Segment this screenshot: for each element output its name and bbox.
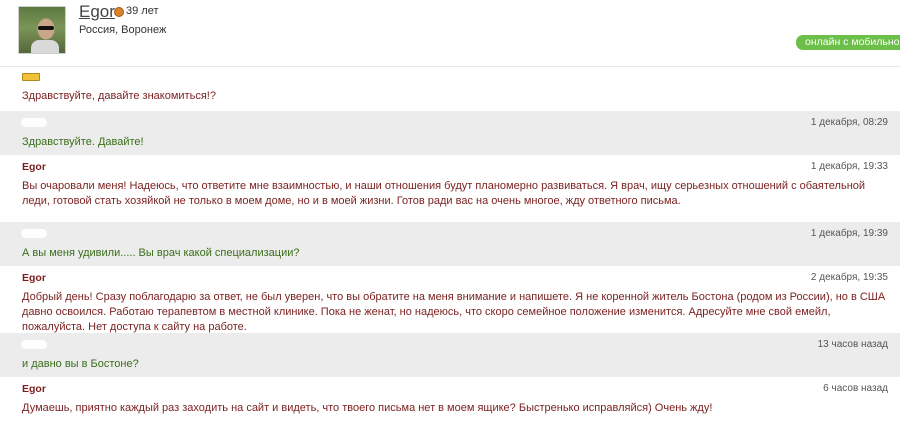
message-item: 13 часов назад и давно вы в Бостоне? xyxy=(0,333,900,377)
message-text: Здравствуйте, давайте знакомиться!? xyxy=(22,90,216,102)
message-time: 1 декабря, 19:33 xyxy=(810,161,888,172)
message-sender[interactable]: Egor xyxy=(22,383,46,395)
message-time: 2 декабря, 19:35 xyxy=(810,272,888,283)
online-status-badge: онлайн с мобильного xyxy=(796,35,900,50)
message-text: Вы очаровали меня! Надеюсь, что ответите… xyxy=(22,180,866,207)
sender-name-hidden xyxy=(21,229,47,238)
message-text: Здравствуйте. Давайте! xyxy=(22,136,144,148)
message-time: 1 декабря, 08:29 xyxy=(810,117,888,128)
message-text: Думаешь, приятно каждый раз заходить на … xyxy=(22,402,713,414)
message-time: 6 часов назад xyxy=(823,383,888,394)
user-name-link[interactable]: Egor xyxy=(79,2,115,22)
message-item: Здравствуйте, давайте знакомиться!? xyxy=(0,67,900,111)
avatar-shirt xyxy=(31,40,59,53)
message-item: 1 декабря, 08:29 Здравствуйте. Давайте! xyxy=(0,111,900,155)
message-sender[interactable]: Egor xyxy=(22,272,46,284)
message-time: 13 часов назад xyxy=(817,339,888,350)
vip-badge-icon xyxy=(22,73,40,81)
avatar-glasses xyxy=(38,26,54,30)
user-location: Россия, Воронеж xyxy=(79,24,167,36)
zodiac-sign-icon xyxy=(114,7,124,17)
user-age: 39 лет xyxy=(126,5,159,17)
sender-name-hidden xyxy=(21,340,47,349)
message-item: 1 декабря, 19:39 А вы меня удивили..... … xyxy=(0,222,900,266)
message-item: Egor 2 декабря, 19:35 Добрый день! Сразу… xyxy=(0,266,900,333)
message-item: Egor 6 часов назад Думаешь, приятно кажд… xyxy=(0,377,900,434)
message-time: 1 декабря, 19:39 xyxy=(810,228,888,239)
message-text: Добрый день! Сразу поблагодарю за ответ,… xyxy=(22,291,886,333)
profile-header: Egor 39 лет Россия, Воронеж онлайн с моб… xyxy=(0,0,900,66)
message-item: Egor 1 декабря, 19:33 Вы очаровали меня!… xyxy=(0,155,900,222)
sender-name-hidden xyxy=(21,118,47,127)
avatar[interactable] xyxy=(18,6,66,54)
message-text: А вы меня удивили..... Вы врач какой спе… xyxy=(22,247,300,259)
message-text: и давно вы в Бостоне? xyxy=(22,358,139,370)
message-sender[interactable]: Egor xyxy=(22,161,46,173)
